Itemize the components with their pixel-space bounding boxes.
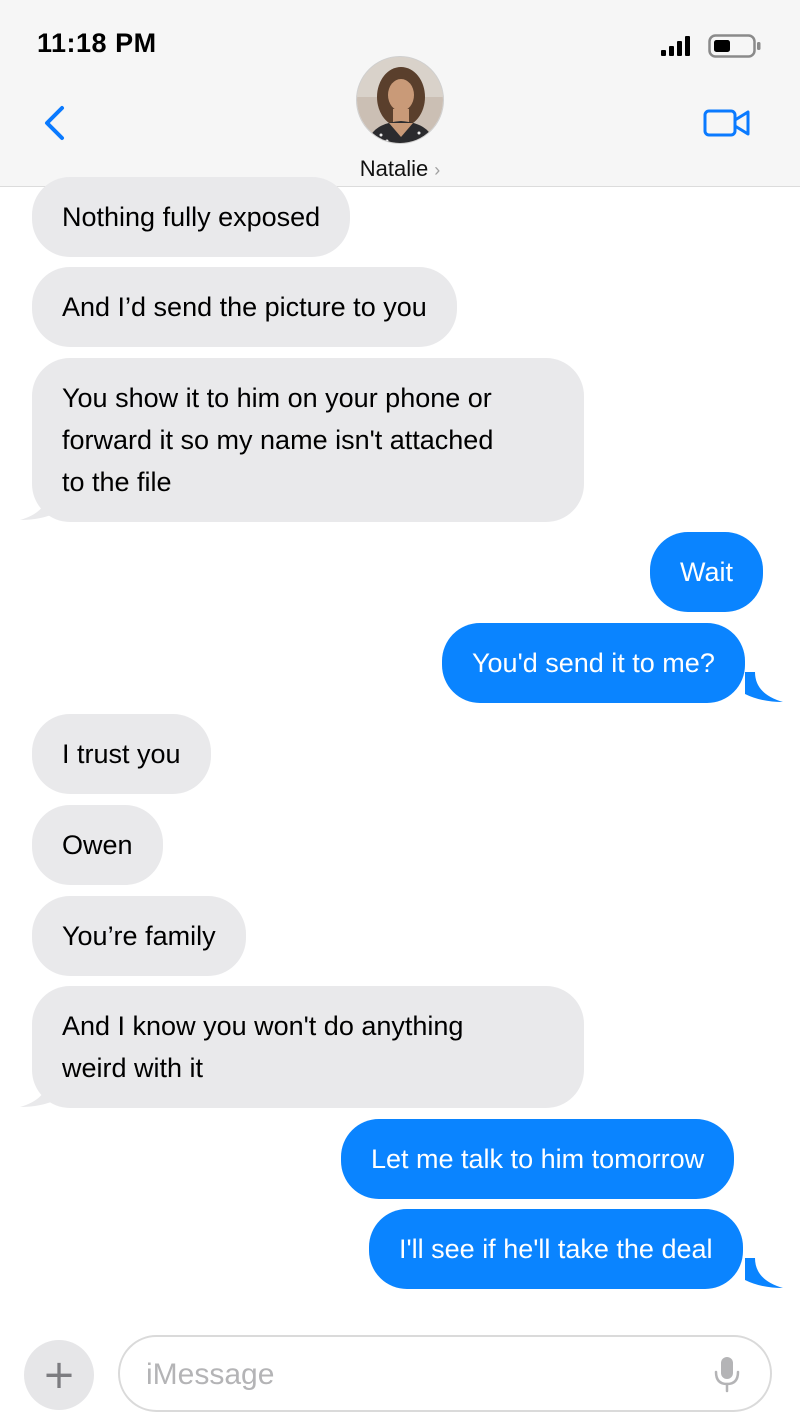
incoming-message[interactable]: You’re family — [32, 896, 246, 976]
outgoing-message[interactable]: Let me talk to him tomorrow — [341, 1119, 735, 1199]
incoming-message[interactable]: I trust you — [32, 714, 211, 794]
incoming-message[interactable]: Nothing fully exposed — [32, 177, 351, 257]
message-line: to the file — [62, 467, 172, 497]
outgoing-message[interactable]: Wait — [650, 532, 763, 612]
message-line: You show it to him on your phone or — [62, 383, 492, 413]
avatar[interactable] — [356, 56, 444, 144]
message-input[interactable] — [146, 1353, 706, 1397]
status-time: 11:18 PM — [37, 28, 157, 58]
chevron-right-icon: › — [434, 160, 441, 180]
bubble-tail — [745, 1258, 783, 1288]
outgoing-message[interactable]: You'd send it to me? — [442, 623, 745, 703]
outgoing-message[interactable]: I'll see if he'll take the deal — [369, 1209, 743, 1289]
conversation-header: 11:18 PM Natalie › — [0, 0, 800, 187]
incoming-message[interactable]: You show it to him on your phone or forw… — [32, 358, 584, 522]
message-input-container[interactable] — [118, 1335, 772, 1412]
bubble-tail — [20, 490, 58, 520]
message-line: forward it so my name isn't attached — [62, 425, 494, 455]
bubble-tail — [20, 1077, 58, 1107]
avatar-photo — [357, 57, 443, 143]
incoming-message[interactable]: Owen — [32, 805, 163, 885]
video-camera-icon[interactable] — [703, 107, 751, 139]
chevron-left-icon[interactable] — [40, 104, 70, 142]
contact-name-label: Natalie — [359, 156, 429, 181]
add-attachment-button[interactable]: + — [24, 1340, 94, 1410]
cellular-signal-icon — [661, 36, 690, 56]
bubble-tail — [745, 672, 783, 702]
microphone-icon[interactable] — [713, 1355, 741, 1393]
incoming-message[interactable]: And I’d send the picture to you — [32, 267, 457, 347]
incoming-message[interactable]: And I know you won't do anything weird w… — [32, 986, 584, 1108]
message-line: And I know you won't do anything — [62, 1011, 464, 1041]
message-line: weird with it — [62, 1053, 204, 1083]
battery-icon — [708, 34, 761, 58]
